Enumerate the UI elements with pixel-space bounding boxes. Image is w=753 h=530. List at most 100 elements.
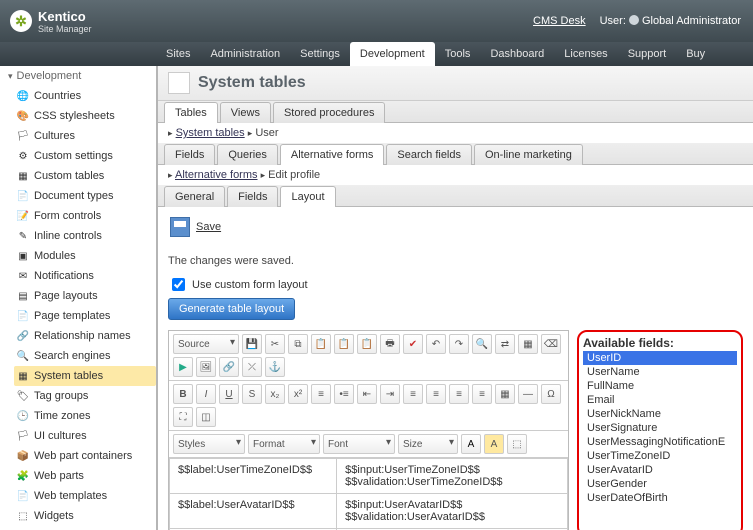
sidebar-item-document-types[interactable]: 📄Document types bbox=[14, 186, 156, 206]
tab-alternative-forms[interactable]: Alternative forms bbox=[280, 144, 385, 165]
tb-paste2-icon[interactable]: 📋 bbox=[334, 334, 354, 354]
sidebar-item-notifications[interactable]: ✉Notifications bbox=[14, 266, 156, 286]
size-select[interactable]: Size bbox=[398, 434, 458, 454]
cmsdesk-link[interactable]: CMS Desk bbox=[533, 15, 586, 27]
format-select[interactable]: Format bbox=[248, 434, 320, 454]
sidebar-item-relationship-names[interactable]: 🔗Relationship names bbox=[14, 326, 156, 346]
layout-editor-body[interactable]: $$label:UserTimeZoneID$$$$input:UserTime… bbox=[169, 458, 568, 530]
sidebar-item-custom-settings[interactable]: ⚙Custom settings bbox=[14, 146, 156, 166]
tab-layout[interactable]: Layout bbox=[280, 186, 335, 207]
tb-paste-icon[interactable]: 📋 bbox=[311, 334, 331, 354]
tb-italic-icon[interactable]: I bbox=[196, 384, 216, 404]
menubar-item-sites[interactable]: Sites bbox=[156, 42, 200, 66]
tb-anchor-icon[interactable]: ⚓ bbox=[265, 357, 285, 377]
rich-editor[interactable]: Source 💾 ✂ ⧉ 📋 📋 📋 🖶 ✔ ↶ ↷ 🔍 ⇄ ▦ bbox=[168, 330, 569, 530]
tb-al-icon[interactable]: ≡ bbox=[403, 384, 423, 404]
tb-fgcolor-icon[interactable]: A bbox=[461, 434, 481, 454]
tb-ac-icon[interactable]: ≡ bbox=[426, 384, 446, 404]
sidebar-item-workflows[interactable]: ⇄Workflows bbox=[14, 526, 156, 530]
bc2-link[interactable]: Alternative forms bbox=[175, 169, 258, 181]
sidebar-item-css-stylesheets[interactable]: 🎨CSS stylesheets bbox=[14, 106, 156, 126]
sidebar-item-search-engines[interactable]: 🔍Search engines bbox=[14, 346, 156, 366]
tb-aj-icon[interactable]: ≡ bbox=[472, 384, 492, 404]
sidebar-item-tag-groups[interactable]: 🏷Tag groups bbox=[14, 386, 156, 406]
tb-outdent-icon[interactable]: ⇤ bbox=[357, 384, 377, 404]
tb-selectall-icon[interactable]: ▦ bbox=[518, 334, 538, 354]
tb-hr-icon[interactable]: — bbox=[518, 384, 538, 404]
tab-general[interactable]: General bbox=[164, 186, 225, 207]
menubar-item-licenses[interactable]: Licenses bbox=[554, 42, 617, 66]
sidebar-item-ui-cultures[interactable]: 🏳UI cultures bbox=[14, 426, 156, 446]
sidebar-item-modules[interactable]: ▣Modules bbox=[14, 246, 156, 266]
tb-unlink-icon[interactable]: ⤫ bbox=[242, 357, 262, 377]
available-fields-list[interactable]: UserIDUserNameFullNameEmailUserNickNameU… bbox=[583, 351, 737, 505]
source-button[interactable]: Source bbox=[173, 334, 239, 354]
tb-replace-icon[interactable]: ⇄ bbox=[495, 334, 515, 354]
sidebar-item-custom-tables[interactable]: ▦Custom tables bbox=[14, 166, 156, 186]
sidebar-item-page-templates[interactable]: 📄Page templates bbox=[14, 306, 156, 326]
menubar-item-buy[interactable]: Buy bbox=[676, 42, 715, 66]
tb-cut-icon[interactable]: ✂ bbox=[265, 334, 285, 354]
tab-stored-procedures[interactable]: Stored procedures bbox=[273, 102, 386, 123]
tb-blocks-icon[interactable]: ◫ bbox=[196, 407, 216, 427]
tb-table-icon[interactable]: ▦ bbox=[495, 384, 515, 404]
sidebar-item-cultures[interactable]: 🏳Cultures bbox=[14, 126, 156, 146]
bc-link[interactable]: System tables bbox=[176, 127, 245, 139]
tab-search-fields[interactable]: Search fields bbox=[386, 144, 472, 165]
tb-bold-icon[interactable]: B bbox=[173, 384, 193, 404]
sidebar-item-web-parts[interactable]: 🧩Web parts bbox=[14, 466, 156, 486]
tb-print-icon[interactable]: 🖶 bbox=[380, 334, 400, 354]
tb-ar-icon[interactable]: ≡ bbox=[449, 384, 469, 404]
menubar-item-settings[interactable]: Settings bbox=[290, 42, 350, 66]
tab-queries[interactable]: Queries bbox=[217, 144, 278, 165]
menubar-item-dashboard[interactable]: Dashboard bbox=[480, 42, 554, 66]
available-field[interactable]: UserMessagingNotificationE bbox=[583, 435, 737, 449]
available-field[interactable]: UserSignature bbox=[583, 421, 737, 435]
save-button[interactable]: Save bbox=[168, 213, 223, 241]
menubar-item-support[interactable]: Support bbox=[618, 42, 677, 66]
menubar-item-tools[interactable]: Tools bbox=[435, 42, 481, 66]
tb-undo-icon[interactable]: ↶ bbox=[426, 334, 446, 354]
sidebar-item-countries[interactable]: 🌐Countries bbox=[14, 86, 156, 106]
sidebar-item-web-templates[interactable]: 📄Web templates bbox=[14, 486, 156, 506]
available-field[interactable]: UserTimeZoneID bbox=[583, 449, 737, 463]
tb-media-icon[interactable]: ▶ bbox=[173, 357, 193, 377]
available-field[interactable]: UserNickName bbox=[583, 407, 737, 421]
tab-fields[interactable]: Fields bbox=[227, 186, 278, 207]
available-field[interactable]: UserID bbox=[583, 351, 737, 365]
sidebar-item-web-part-containers[interactable]: 📦Web part containers bbox=[14, 446, 156, 466]
tb-sub-icon[interactable]: x₂ bbox=[265, 384, 285, 404]
generate-button[interactable]: Generate table layout bbox=[168, 298, 295, 320]
available-field[interactable]: UserName bbox=[583, 365, 737, 379]
tree-root[interactable]: ▾Development bbox=[0, 66, 156, 86]
available-field[interactable]: Email bbox=[583, 393, 737, 407]
tb-sup-icon[interactable]: x² bbox=[288, 384, 308, 404]
styles-select[interactable]: Styles bbox=[173, 434, 245, 454]
tb-object-icon[interactable]: ⬚ bbox=[507, 434, 527, 454]
tb-underline-icon[interactable]: U bbox=[219, 384, 239, 404]
tab-on-line-marketing[interactable]: On-line marketing bbox=[474, 144, 583, 165]
tab-fields[interactable]: Fields bbox=[164, 144, 215, 165]
tb-ol-icon[interactable]: ≡ bbox=[311, 384, 331, 404]
tb-strike-icon[interactable]: S bbox=[242, 384, 262, 404]
tb-bgcolor-icon[interactable]: A bbox=[484, 434, 504, 454]
sidebar-item-time-zones[interactable]: 🕒Time zones bbox=[14, 406, 156, 426]
tb-clear-icon[interactable]: ⌫ bbox=[541, 334, 561, 354]
tb-link-icon[interactable]: 🔗 bbox=[219, 357, 239, 377]
tb-spell-icon[interactable]: ✔ bbox=[403, 334, 423, 354]
tb-img-icon[interactable]: 🖼 bbox=[196, 357, 216, 377]
sidebar-item-inline-controls[interactable]: ✎Inline controls bbox=[14, 226, 156, 246]
tb-redo-icon[interactable]: ↷ bbox=[449, 334, 469, 354]
tb-save-icon[interactable]: 💾 bbox=[242, 334, 262, 354]
sidebar-item-form-controls[interactable]: 📝Form controls bbox=[14, 206, 156, 226]
sidebar-item-system-tables[interactable]: ▦System tables bbox=[14, 366, 156, 386]
menubar-item-administration[interactable]: Administration bbox=[200, 42, 290, 66]
tb-indent-icon[interactable]: ⇥ bbox=[380, 384, 400, 404]
available-field[interactable]: UserGender bbox=[583, 477, 737, 491]
tb-copy-icon[interactable]: ⧉ bbox=[288, 334, 308, 354]
available-field[interactable]: UserDateOfBirth bbox=[583, 491, 737, 505]
tb-paste3-icon[interactable]: 📋 bbox=[357, 334, 377, 354]
tb-find-icon[interactable]: 🔍 bbox=[472, 334, 492, 354]
sidebar-item-page-layouts[interactable]: ▤Page layouts bbox=[14, 286, 156, 306]
available-field[interactable]: FullName bbox=[583, 379, 737, 393]
